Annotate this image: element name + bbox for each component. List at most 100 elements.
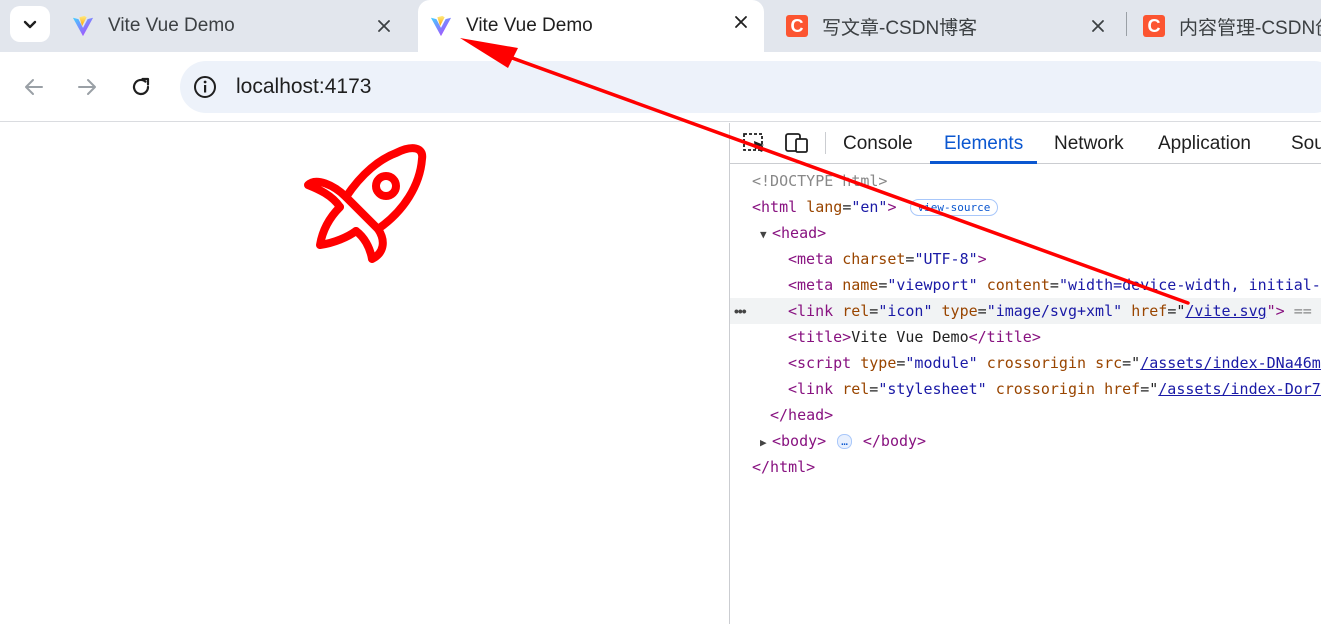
tab-vite-1[interactable]: Vite Vue Demo — [60, 0, 410, 52]
tab-title: 内容管理-CSDN创 — [1179, 17, 1321, 39]
attr-value: "image/svg+xml" — [986, 302, 1123, 320]
tag-text: <title> — [788, 328, 852, 346]
tab-title: Vite Vue Demo — [108, 15, 235, 36]
dom-node-meta-viewport[interactable]: <meta name="viewport" content="width=dev… — [730, 272, 1321, 298]
attr-name: type — [860, 354, 897, 372]
dom-node-meta-charset[interactable]: <meta charset="UTF-8"> — [730, 246, 1321, 272]
attr-name: content — [986, 276, 1050, 294]
doctype-text: <!DOCTYPE html> — [752, 172, 888, 190]
attr-name: name — [842, 276, 879, 294]
src-link[interactable]: /assets/index-DNa46mV — [1140, 354, 1321, 372]
dom-node-head-close[interactable]: </head> — [730, 402, 1321, 428]
dom-node-doctype[interactable]: <!DOCTYPE html> — [730, 168, 1321, 194]
close-icon[interactable] — [1088, 16, 1108, 36]
back-button[interactable] — [20, 73, 48, 101]
tag-text: <meta — [788, 276, 834, 294]
address-bar[interactable]: localhost:4173 — [180, 61, 1321, 113]
csdn-icon: C — [1143, 15, 1165, 37]
attr-name: href — [1131, 302, 1168, 320]
tag-text: <link — [788, 380, 834, 398]
view-source-badge[interactable]: view-source — [909, 199, 999, 216]
tab-network[interactable]: Network — [1054, 123, 1124, 164]
tab-application[interactable]: Application — [1158, 123, 1251, 164]
dom-node-html[interactable]: <html lang="en"> view-source — [730, 194, 1321, 220]
attr-name: href — [1104, 380, 1141, 398]
browser-window: Vite Vue Demo Vite Vue Demo C 写文章-CSDN博客… — [0, 0, 1321, 624]
tag-text: <script — [788, 354, 852, 372]
forward-button[interactable] — [73, 73, 101, 101]
dom-node-body[interactable]: ▶ <body> … </body> — [730, 428, 1321, 454]
chevron-down-icon — [23, 20, 37, 29]
tab-csdn-write[interactable]: C 写文章-CSDN博客 — [774, 0, 1114, 52]
toolbar-divider — [825, 132, 826, 154]
tag-text: <html — [752, 198, 798, 216]
close-icon[interactable] — [731, 12, 751, 32]
devtools-tabbar: Console Elements Network Application Sou — [730, 123, 1321, 164]
tag-text: > — [887, 198, 897, 216]
dom-node-link-icon[interactable]: ••• <link rel="icon" type="image/svg+xml… — [730, 298, 1321, 324]
device-toggle-icon[interactable] — [784, 131, 810, 155]
rocket-icon — [304, 144, 427, 263]
attr-name: crossorigin — [986, 354, 1087, 372]
dom-node-title[interactable]: <title>Vite Vue Demo</title> — [730, 324, 1321, 350]
attr-name: charset — [842, 250, 906, 268]
inspect-element-icon[interactable] — [742, 131, 768, 155]
tab-sources[interactable]: Sou — [1291, 123, 1321, 164]
attr-name: rel — [842, 302, 870, 320]
dom-node-head[interactable]: ▼ <head> — [730, 220, 1321, 246]
tab-vite-2[interactable]: Vite Vue Demo — [418, 0, 764, 52]
tab-elements[interactable]: Elements — [930, 123, 1038, 164]
tag-text: </title> — [968, 328, 1041, 346]
dom-tree: <!DOCTYPE html> <html lang="en"> view-so… — [730, 164, 1321, 624]
href-link[interactable]: /assets/index-Dor7W — [1158, 380, 1321, 398]
href-link[interactable]: /vite.svg — [1185, 302, 1266, 320]
attr-name: type — [941, 302, 978, 320]
selected-marker: == $ — [1293, 302, 1321, 320]
page-viewport — [0, 123, 729, 624]
tag-text: </body> — [862, 432, 927, 450]
vite-icon — [72, 15, 94, 37]
tag-text: "> — [1266, 302, 1285, 320]
attr-name: src — [1095, 354, 1123, 372]
tab-csdn-content[interactable]: C 内容管理-CSDN创 — [1131, 0, 1321, 52]
tab-console[interactable]: Console — [843, 123, 913, 164]
dom-node-link-stylesheet[interactable]: <link rel="stylesheet" crossorigin href=… — [730, 376, 1321, 402]
attr-value: "module" — [905, 354, 978, 372]
attr-value: "icon" — [878, 302, 933, 320]
attr-name: crossorigin — [995, 380, 1096, 398]
tab-strip: Vite Vue Demo Vite Vue Demo C 写文章-CSDN博客… — [0, 0, 1321, 52]
info-icon[interactable] — [192, 74, 218, 100]
reload-button[interactable] — [127, 73, 155, 101]
more-options-icon[interactable]: ••• — [734, 298, 747, 324]
collapsed-triangle-icon[interactable]: ▶ — [760, 430, 772, 454]
dom-node-script[interactable]: <script type="module" crossorigin src="/… — [730, 350, 1321, 376]
browser-toolbar: localhost:4173 — [0, 52, 1321, 122]
arrow-left-icon — [25, 79, 43, 95]
tag-text: </head> — [770, 406, 834, 424]
attr-value: "en" — [851, 198, 888, 216]
tag-text: <meta — [788, 250, 834, 268]
url-text: localhost:4173 — [236, 75, 372, 98]
close-icon[interactable] — [374, 16, 394, 36]
arrow-right-icon — [78, 79, 96, 95]
tab-separator — [1126, 12, 1127, 36]
tag-text: <link — [788, 302, 834, 320]
attr-value: "UTF-8" — [914, 250, 978, 268]
attr-value: "width=device-width, initial-s — [1058, 276, 1321, 294]
dom-node-html-close[interactable]: </html> — [730, 454, 1321, 480]
tab-title: Vite Vue Demo — [466, 15, 593, 36]
devtools-panel: Console Elements Network Application Sou… — [729, 123, 1321, 624]
title-text: Vite Vue Demo — [851, 328, 969, 346]
expand-triangle-icon[interactable]: ▼ — [760, 222, 772, 246]
vite-icon — [430, 15, 452, 37]
tag-text: <head> — [772, 224, 827, 242]
tag-text: <body> — [772, 432, 827, 450]
reload-icon — [132, 77, 150, 96]
attr-name: rel — [842, 380, 870, 398]
expand-children-badge[interactable]: … — [837, 434, 852, 449]
tab-search-button[interactable] — [10, 6, 50, 42]
attr-value: "viewport" — [887, 276, 978, 294]
attr-name: lang — [806, 198, 843, 216]
csdn-icon: C — [786, 15, 808, 37]
attr-value: "stylesheet" — [878, 380, 987, 398]
